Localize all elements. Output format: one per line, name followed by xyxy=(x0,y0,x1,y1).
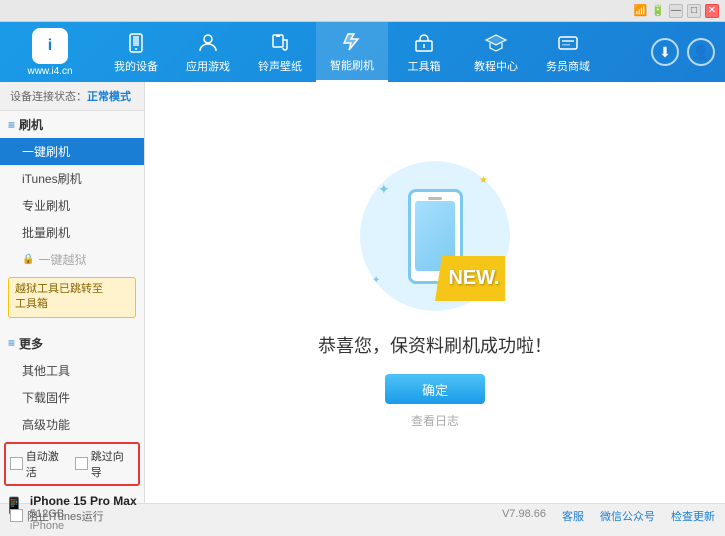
action-buttons: 确定 查看日志 xyxy=(385,374,485,429)
view-log-link[interactable]: 查看日志 xyxy=(411,412,459,429)
itunes-label: 阻止iTunes运行 xyxy=(27,508,104,524)
nav-bar: 我的设备 应用游戏 铃声壁纸 xyxy=(100,22,651,82)
device-name: iPhone 15 Pro Max xyxy=(30,494,137,508)
flash-group-icon: ≡ xyxy=(8,118,15,132)
wechat-link[interactable]: 微信公众号 xyxy=(600,508,655,524)
app-logo: i www.i4.cn xyxy=(10,28,90,77)
circle-background: ✦ ★ ✦ NEW. xyxy=(360,161,510,311)
lock-icon: 🔒 xyxy=(22,254,34,265)
apps-games-icon xyxy=(196,31,220,55)
download-button[interactable]: ⬇ xyxy=(651,38,679,66)
logo-subtitle: www.i4.cn xyxy=(27,66,72,77)
sidebar-item-pro-flash[interactable]: 专业刷机 xyxy=(0,192,144,219)
nav-my-device[interactable]: 我的设备 xyxy=(100,22,172,82)
wifi-icon: 📶 xyxy=(634,4,648,17)
sidebar-item-jailbreak: 🔒 一键越狱 xyxy=(0,246,144,273)
sidebar-item-other-tools[interactable]: 其他工具 xyxy=(0,357,144,384)
sidebar-item-advanced[interactable]: 高级功能 xyxy=(0,411,144,438)
status-label: 设备连接状态： xyxy=(10,91,87,103)
nav-tutorial[interactable]: 教程中心 xyxy=(460,22,532,82)
nav-apps-games[interactable]: 应用游戏 xyxy=(172,22,244,82)
maximize-button[interactable]: □ xyxy=(687,4,701,18)
customer-service-link[interactable]: 客服 xyxy=(562,508,584,524)
phone-speaker xyxy=(428,197,442,200)
nav-smart-flash[interactable]: 智能刷机 xyxy=(316,22,388,82)
itunes-checkbox-row: 阻止iTunes运行 xyxy=(10,508,104,524)
sidebar: 设备连接状态：正常模式 ≡ 刷机 一键刷机 iTunes刷机 专业刷机 批量刷机… xyxy=(0,82,145,503)
nav-smart-flash-label: 智能刷机 xyxy=(330,57,374,73)
auto-activate-option[interactable]: 自动激活 xyxy=(10,448,69,480)
success-illustration: ✦ ★ ✦ NEW. 恭喜您，保资料刷机成功啦！ 确定 xyxy=(318,156,552,429)
sparkle-bl: ✦ xyxy=(372,275,380,286)
sidebar-item-download-firmware[interactable]: 下载固件 xyxy=(0,384,144,411)
tutorial-icon xyxy=(484,31,508,55)
smart-flash-icon xyxy=(340,30,364,54)
battery-icon: 🔋 xyxy=(651,4,665,17)
flash-group-label: 刷机 xyxy=(19,116,43,133)
nav-toolbox-label: 工具箱 xyxy=(408,58,441,74)
more-group-label: 更多 xyxy=(19,335,43,352)
connection-status: 设备连接状态：正常模式 xyxy=(0,82,144,111)
sidebar-notice: 越狱工具已跳转至 工具箱 xyxy=(8,277,136,318)
nav-ringtones-label: 铃声壁纸 xyxy=(258,58,302,74)
nav-service-label: 务员商域 xyxy=(546,58,590,74)
my-device-icon xyxy=(124,31,148,55)
guide-activation-checkbox[interactable] xyxy=(75,457,88,470)
nav-toolbox[interactable]: 工具箱 xyxy=(388,22,460,82)
success-message: 恭喜您，保资料刷机成功啦！ xyxy=(318,332,552,358)
close-button[interactable]: ✕ xyxy=(705,4,719,18)
more-group-icon: ≡ xyxy=(8,336,15,350)
minimize-button[interactable]: — xyxy=(669,4,683,18)
nav-apps-games-label: 应用游戏 xyxy=(186,58,230,74)
confirm-button[interactable]: 确定 xyxy=(385,374,485,404)
service-icon xyxy=(556,31,580,55)
sidebar-item-itunes-flash[interactable]: iTunes刷机 xyxy=(0,165,144,192)
phone-graphic: ✦ ★ ✦ NEW. xyxy=(355,156,515,316)
nav-my-device-label: 我的设备 xyxy=(114,58,158,74)
nav-ringtones[interactable]: 铃声壁纸 xyxy=(244,22,316,82)
guide-activation-option[interactable]: 跳过向导 xyxy=(75,448,134,480)
new-badge-text: NEW. xyxy=(448,267,499,290)
itunes-checkbox[interactable] xyxy=(10,509,23,522)
check-update-link[interactable]: 检查更新 xyxy=(671,508,715,524)
new-badge: NEW. xyxy=(435,256,505,301)
user-account-button[interactable]: 👤 xyxy=(687,38,715,66)
sparkle-tl: ✦ xyxy=(378,181,390,198)
window-titlebar: 📶 🔋 — □ ✕ xyxy=(0,0,725,22)
main-content: ✦ ★ ✦ NEW. 恭喜您，保资料刷机成功啦！ 确定 xyxy=(145,82,725,503)
sidebar-options-row: 自动激活 跳过向导 xyxy=(4,442,140,486)
toolbox-icon xyxy=(412,31,436,55)
bottom-right-links: V7.98.66 客服 微信公众号 检查更新 xyxy=(502,508,715,524)
auto-activate-checkbox[interactable] xyxy=(10,457,23,470)
flash-section: ≡ 刷机 一键刷机 iTunes刷机 专业刷机 批量刷机 🔒 一键越狱 越狱工具… xyxy=(0,111,144,322)
ringtones-icon xyxy=(268,31,292,55)
guide-activation-label: 跳过向导 xyxy=(91,448,134,480)
app-header: i www.i4.cn 我的设备 应用游戏 xyxy=(0,22,725,82)
nav-service[interactable]: 务员商域 xyxy=(532,22,604,82)
more-group-title[interactable]: ≡ 更多 xyxy=(0,330,144,357)
auto-activate-label: 自动激活 xyxy=(26,448,69,480)
sparkle-tr: ★ xyxy=(479,175,488,186)
sidebar-item-one-key-flash[interactable]: 一键刷机 xyxy=(0,138,144,165)
nav-tutorial-label: 教程中心 xyxy=(474,58,518,74)
more-section: ≡ 更多 其他工具 下载固件 高级功能 xyxy=(0,330,144,438)
header-right-actions: ⬇ 👤 xyxy=(651,38,715,66)
logo-icon: i xyxy=(32,28,68,64)
version-number: V7.98.66 xyxy=(502,508,546,524)
flash-group-title[interactable]: ≡ 刷机 xyxy=(0,111,144,138)
main-layout: 设备连接状态：正常模式 ≡ 刷机 一键刷机 iTunes刷机 专业刷机 批量刷机… xyxy=(0,82,725,503)
sidebar-item-batch-flash[interactable]: 批量刷机 xyxy=(0,219,144,246)
status-mode: 正常模式 xyxy=(87,91,131,103)
